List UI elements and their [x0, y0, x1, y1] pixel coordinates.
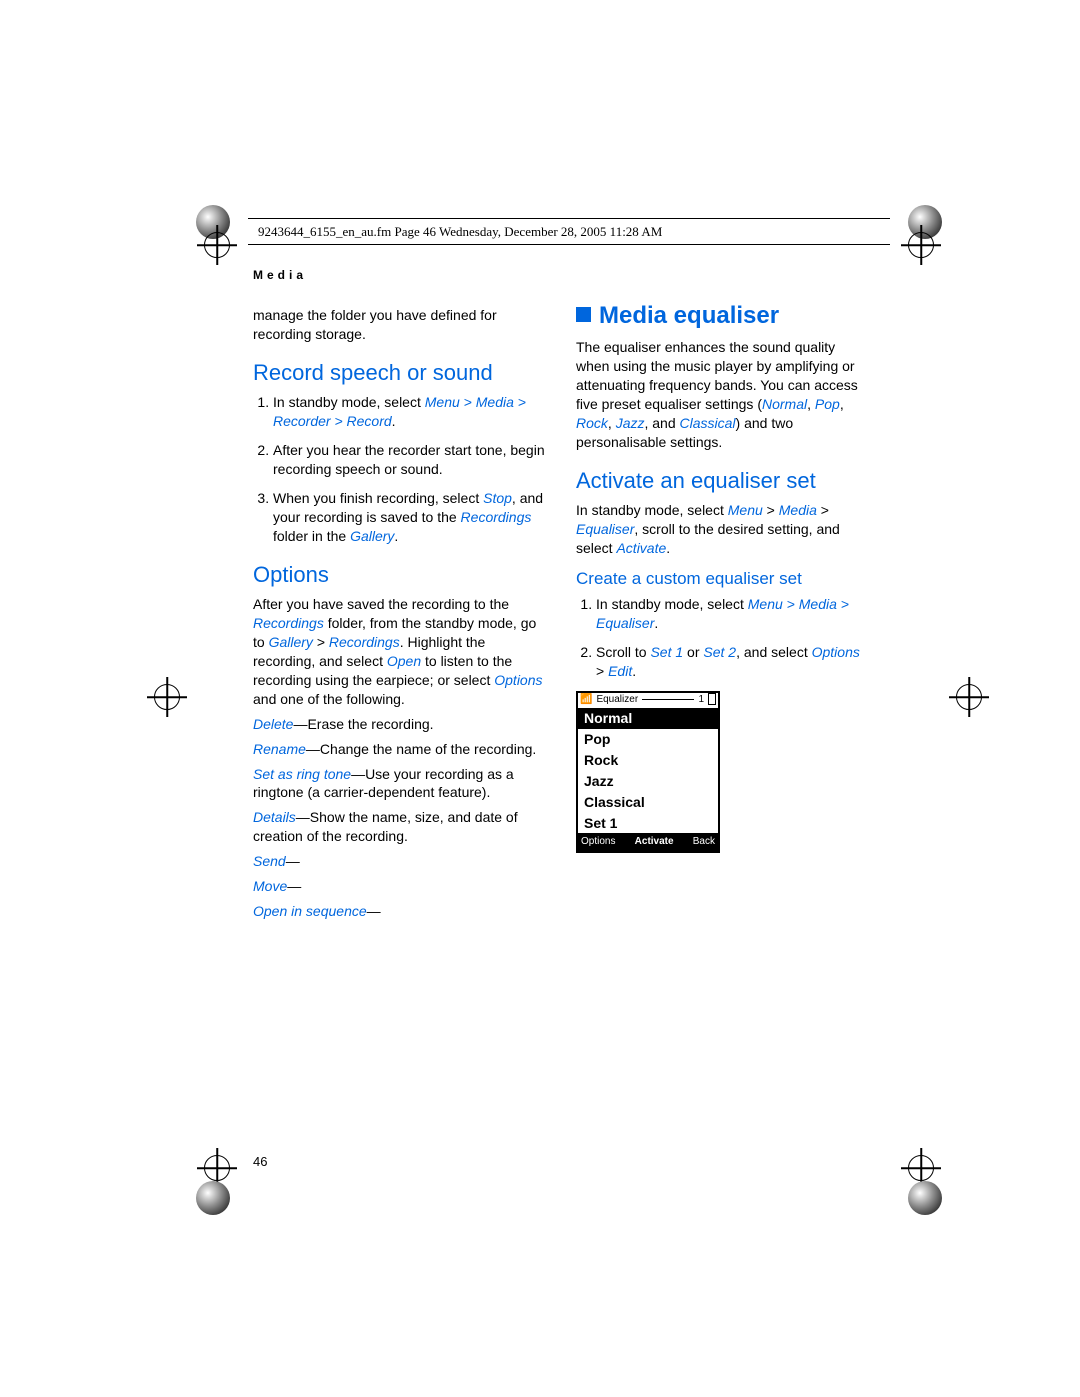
list-item: After you hear the recorder start tone, …	[273, 441, 548, 479]
square-bullet-icon	[576, 307, 591, 322]
phone-list: Normal Pop Rock Jazz Classical Set 1	[578, 708, 718, 833]
gallery-link: Gallery	[350, 528, 394, 544]
intro-text: manage the folder you have defined for r…	[253, 306, 548, 344]
phone-list-item: Classical	[578, 792, 718, 813]
heading-options: Options	[253, 560, 548, 590]
option-item: Send—	[253, 852, 548, 871]
battery-icon	[708, 693, 716, 705]
phone-title: Equalizer	[596, 693, 638, 707]
option-item: Move—	[253, 877, 548, 896]
phone-screenshot: 📶 Equalizer 1 Normal Pop Rock Jazz Class…	[576, 691, 720, 853]
header-rule	[248, 244, 890, 245]
options-intro: After you have saved the recording to th…	[253, 595, 548, 708]
register-mark-icon	[204, 232, 230, 258]
phone-list-item: Rock	[578, 750, 718, 771]
section-label: Media	[253, 268, 307, 282]
phone-list-item-selected: Normal	[578, 708, 718, 729]
softkey-middle: Activate	[635, 835, 674, 849]
record-steps: In standby mode, select Menu > Media > R…	[253, 393, 548, 545]
register-mark-icon	[908, 1155, 934, 1181]
phone-list-item: Pop	[578, 729, 718, 750]
list-item: In standby mode, select Menu > Media > E…	[596, 595, 871, 633]
running-header: 9243644_6155_en_au.fm Page 46 Wednesday,…	[258, 224, 662, 240]
register-mark-icon	[154, 684, 180, 710]
heading-custom: Create a custom equaliser set	[576, 568, 871, 591]
option-item: Open in sequence—	[253, 902, 548, 921]
custom-steps: In standby mode, select Menu > Media > E…	[576, 595, 871, 681]
softkey-left: Options	[581, 835, 615, 849]
phone-count: 1	[698, 693, 704, 707]
left-column: manage the folder you have defined for r…	[253, 300, 548, 927]
heading-activate: Activate an equaliser set	[576, 466, 871, 496]
option-item: Rename—Change the name of the recording.	[253, 740, 548, 759]
activate-text: In standby mode, select Menu > Media > E…	[576, 501, 871, 558]
phone-list-item: Jazz	[578, 771, 718, 792]
phone-titlebar: 📶 Equalizer 1	[578, 693, 718, 709]
equaliser-intro: The equaliser enhances the sound quality…	[576, 338, 871, 451]
stop-link: Stop	[483, 490, 512, 506]
register-mark-icon	[908, 232, 934, 258]
recordings-link: Recordings	[461, 509, 532, 525]
signal-icon: 📶	[580, 693, 592, 707]
heading-media-equaliser: Media equaliser	[576, 300, 871, 332]
phone-list-item: Set 1	[578, 813, 718, 834]
right-column: Media equaliser The equaliser enhances t…	[576, 300, 871, 927]
header-rule	[248, 218, 890, 219]
list-item: In standby mode, select Menu > Media > R…	[273, 393, 548, 431]
crop-ball-icon	[196, 1181, 230, 1215]
softkey-right: Back	[693, 835, 715, 849]
option-item: Details—Show the name, size, and date of…	[253, 808, 548, 846]
heading-record: Record speech or sound	[253, 358, 548, 388]
option-item: Set as ring tone—Use your recording as a…	[253, 765, 548, 803]
option-item: Delete—Erase the recording.	[253, 715, 548, 734]
register-mark-icon	[956, 684, 982, 710]
list-item: When you finish recording, select Stop, …	[273, 489, 548, 546]
register-mark-icon	[204, 1155, 230, 1181]
page-number: 46	[253, 1154, 267, 1169]
crop-ball-icon	[908, 1181, 942, 1215]
list-item: Scroll to Set 1 or Set 2, and select Opt…	[596, 643, 871, 681]
phone-softkeys: Options Activate Back	[578, 833, 718, 851]
